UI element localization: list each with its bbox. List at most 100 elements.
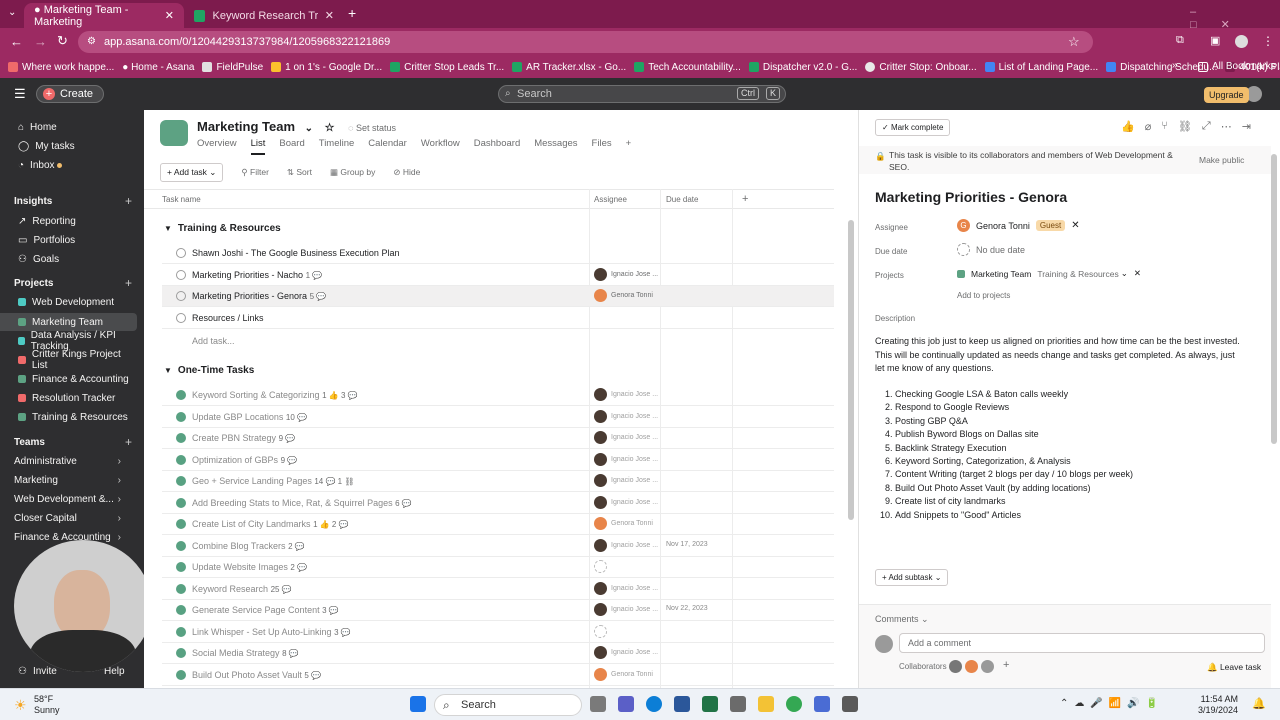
chevron-down-icon[interactable]: ⌄ [1121, 268, 1128, 279]
task-row[interactable]: Create PBN Strategy 9 💬 Ignacio Jose ... [162, 428, 834, 449]
complete-checkbox-icon[interactable] [176, 248, 186, 258]
complete-checkbox-icon[interactable] [176, 497, 186, 508]
excel-icon[interactable] [702, 696, 718, 712]
scrollbar[interactable] [1271, 154, 1277, 444]
close-tab-icon[interactable]: ✕ [325, 9, 334, 22]
chrome-icon[interactable] [786, 696, 802, 712]
task-due-date[interactable]: Nov 17, 2023 [666, 541, 708, 548]
project-title[interactable]: Marketing Team ⌄ ☆ ◌ Set status [197, 119, 396, 134]
tab-board[interactable]: Board [279, 138, 304, 155]
tab-messages[interactable]: Messages [534, 138, 577, 155]
url-field[interactable]: ⚙ app.asana.com/0/1204429313737984/12059… [78, 31, 1093, 53]
task-assignee[interactable]: Ignacio Jose ... [594, 581, 658, 595]
scrollbar[interactable] [848, 220, 854, 520]
task-assignee[interactable]: Ignacio Jose ... [594, 452, 658, 466]
task-row[interactable]: Add Breeding Stats to Mice, Rat, & Squir… [162, 493, 834, 514]
system-tray-icons[interactable]: ⌃☁🎤📶🔊🔋 [1060, 698, 1164, 709]
section-header[interactable]: ▼ Training & Resources [164, 223, 281, 234]
complete-checkbox-icon[interactable] [176, 605, 186, 615]
notepad-icon[interactable] [814, 696, 830, 712]
tab-menu-icon[interactable]: ⌄ [8, 7, 16, 18]
snipping-tool-icon[interactable] [842, 696, 858, 712]
column-assignee[interactable]: Assignee [594, 195, 627, 204]
bookmark-star-icon[interactable]: ☆ [1068, 31, 1080, 53]
clock[interactable]: 11:54 AM 3/19/2024 [1194, 694, 1238, 716]
task-row[interactable]: Link Whisper - Set Up Auto-Linking 3 💬 [162, 622, 834, 643]
task-row[interactable]: Combine Blog Trackers 2 💬 Ignacio Jose ..… [162, 536, 834, 557]
complete-checkbox-icon[interactable] [176, 433, 186, 443]
task-assignee[interactable]: Ignacio Jose ... [594, 431, 658, 444]
mark-complete-button[interactable]: ✓ Mark complete [875, 119, 951, 136]
add-to-projects-button[interactable]: Add to projects [957, 291, 1010, 300]
add-tab-icon[interactable]: + [626, 138, 632, 155]
task-assignee[interactable]: Ignacio Jose ... [594, 603, 658, 616]
comment-input[interactable]: Add a comment [899, 633, 1265, 653]
project-section[interactable]: Training & Resources [1037, 269, 1118, 279]
sidebar-team-item[interactable]: Closer Capital › [0, 509, 137, 527]
chevron-down-icon[interactable]: ⌄ [305, 123, 313, 134]
task-row[interactable]: Create List of City Landmarks 1 👍 2 💬 Gen… [162, 514, 834, 535]
sidebar-project-item[interactable]: Resolution Tracker [0, 389, 137, 407]
sidebar-team-item[interactable]: Web Development &... › [0, 490, 137, 508]
assignee-field[interactable]: G Genora Tonni Guest ✕ [957, 219, 1080, 232]
task-assignee[interactable]: Ignacio Jose ... [594, 409, 658, 423]
all-bookmarks-button[interactable]: All Bookmarks [1198, 61, 1276, 72]
task-assignee[interactable]: Genora Tonni [594, 667, 653, 681]
attachment-icon[interactable]: ⌀ [1145, 120, 1152, 133]
global-search-input[interactable]: ⌕ Search Ctrl K [498, 85, 786, 103]
project-field[interactable]: Marketing Team Training & Resources ⌄ ✕ [957, 268, 1141, 279]
create-button[interactable]: + Create [36, 85, 105, 103]
task-row[interactable]: Update GBP Locations 10 💬 Ignacio Jose ..… [162, 407, 834, 428]
tab-workflow[interactable]: Workflow [421, 138, 460, 155]
upgrade-button[interactable]: Upgrade [1204, 87, 1249, 103]
sidebar-item-home[interactable]: ⌂ Home [0, 118, 137, 136]
calculator-icon[interactable] [730, 696, 746, 712]
add-project-icon[interactable]: + [125, 276, 132, 290]
bookmark-item[interactable]: Critter Stop: Onboar... [865, 62, 977, 73]
task-row[interactable]: Resources / Links [162, 308, 834, 329]
task-assignee[interactable] [594, 560, 607, 573]
bookmark-item[interactable]: FieldPulse [202, 62, 263, 73]
teams-icon[interactable] [618, 696, 634, 712]
task-assignee[interactable] [594, 624, 607, 638]
task-title[interactable]: Marketing Priorities - Genora [875, 189, 1067, 205]
task-assignee[interactable]: Genora Tonni [594, 517, 653, 530]
sidebar-item-goals[interactable]: ⚇ Goals [0, 250, 137, 268]
windows-start-icon[interactable] [410, 696, 426, 712]
sidebar-team-item[interactable]: Administrative › [0, 452, 137, 470]
task-row[interactable]: Build Out Photo Asset Vault 5 💬 Genora To… [162, 665, 834, 686]
task-view-icon[interactable] [590, 696, 606, 712]
complete-checkbox-icon[interactable] [176, 476, 186, 486]
extensions-icon[interactable]: ⧉ [1176, 34, 1184, 47]
bookmark-item[interactable]: Where work happe... [8, 62, 114, 73]
complete-checkbox-icon[interactable] [176, 669, 186, 680]
sidebar-project-item[interactable]: Marketing Team [0, 313, 137, 331]
complete-checkbox-icon[interactable] [176, 540, 186, 551]
close-tab-icon[interactable]: ✕ [165, 9, 174, 22]
task-assignee[interactable]: Genora Tonni [594, 289, 653, 302]
filter-button[interactable]: ⚲ Filter [241, 167, 268, 178]
task-row[interactable]: Social Media Strategy 8 💬 Ignacio Jose ..… [162, 643, 834, 664]
sidebar-project-item[interactable]: Critter Kings Project List [0, 349, 137, 371]
browser-tab-active[interactable]: ● Marketing Team - Marketing ✕ [24, 3, 184, 28]
close-pane-icon[interactable]: ⇥ [1242, 120, 1251, 133]
file-explorer-icon[interactable] [758, 696, 774, 712]
bookmark-item[interactable]: 1 on 1's - Google Dr... [271, 62, 382, 73]
tab-files[interactable]: Files [592, 138, 612, 155]
complete-checkbox-icon[interactable] [176, 269, 186, 280]
more-icon[interactable]: ⋯ [1221, 120, 1232, 133]
weather-widget[interactable]: 58°F Sunny [34, 694, 60, 716]
bookmark-item[interactable]: Tech Accountability... [634, 62, 741, 73]
tab-dashboard[interactable]: Dashboard [474, 138, 520, 155]
task-row[interactable]: Keyword Research 25 💬 Ignacio Jose ... [162, 579, 834, 600]
add-insight-icon[interactable]: + [125, 194, 132, 208]
sidebar-project-item[interactable]: Data Analysis / KPI Tracking [0, 330, 137, 352]
task-row[interactable]: Geo + Service Landing Pages 14 💬 1 ⛓ Igna… [162, 471, 834, 492]
remove-project-icon[interactable]: ✕ [1134, 268, 1141, 279]
add-task-row[interactable]: Add task... [192, 336, 235, 346]
description-text[interactable]: Creating this job just to keep us aligne… [875, 335, 1245, 376]
set-status-button[interactable]: ◌ Set status [348, 123, 396, 133]
tab-list[interactable]: List [250, 138, 266, 155]
browser-tab[interactable]: Keyword Research Tracker - Cri ✕ [184, 3, 344, 28]
tab-timeline[interactable]: Timeline [319, 138, 355, 155]
